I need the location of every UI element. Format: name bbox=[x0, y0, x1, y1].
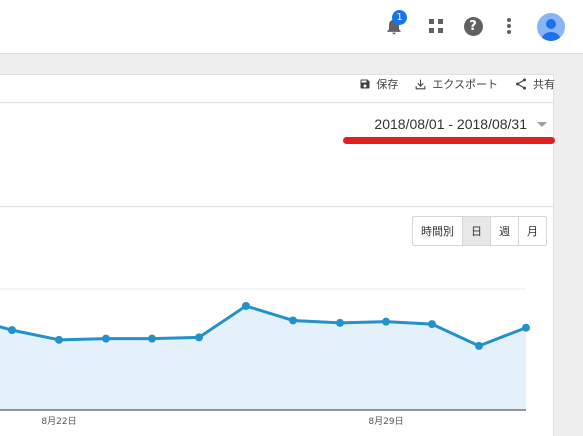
top-app-bar: 1 ? bbox=[0, 0, 583, 54]
chevron-down-icon bbox=[537, 121, 547, 127]
data-point bbox=[382, 317, 390, 326]
save-label: 保存 bbox=[376, 78, 399, 91]
granularity-daily[interactable]: 日 bbox=[463, 217, 491, 245]
notification-badge: 1 bbox=[392, 10, 407, 25]
data-point bbox=[8, 326, 16, 335]
sessions-line-chart: 8月22日 8月29日 bbox=[0, 288, 530, 427]
help-icon: ? bbox=[463, 16, 483, 36]
x-tick-label: 8月22日 bbox=[41, 416, 76, 427]
data-point bbox=[195, 333, 203, 342]
notifications-button[interactable]: 1 bbox=[382, 10, 407, 38]
granularity-hourly[interactable]: 時間別 bbox=[413, 217, 463, 245]
data-point bbox=[242, 301, 250, 310]
data-point bbox=[102, 334, 110, 343]
divider bbox=[0, 206, 554, 207]
data-point bbox=[148, 334, 156, 343]
help-button[interactable]: ? bbox=[461, 14, 485, 38]
granularity-monthly[interactable]: 月 bbox=[519, 217, 546, 245]
data-point bbox=[428, 320, 436, 329]
data-point bbox=[55, 335, 63, 344]
account-avatar-icon bbox=[537, 13, 565, 41]
series-area bbox=[0, 305, 526, 410]
data-point bbox=[289, 316, 297, 325]
highlight-underline bbox=[343, 137, 555, 144]
granularity-toggle: 時間別 日 週 月 bbox=[412, 216, 547, 246]
share-button[interactable]: 共有 bbox=[514, 76, 555, 92]
date-range-selector[interactable]: 2018/08/01 - 2018/08/31 bbox=[374, 116, 547, 132]
more-options-button[interactable] bbox=[497, 14, 521, 38]
granularity-weekly[interactable]: 週 bbox=[491, 217, 519, 245]
date-range-label: 2018/08/01 - 2018/08/31 bbox=[374, 116, 527, 132]
more-vert-icon bbox=[507, 18, 511, 34]
save-icon bbox=[360, 79, 370, 89]
export-button[interactable]: エクスポート bbox=[414, 76, 498, 92]
apps-grid-icon bbox=[429, 19, 443, 33]
save-button[interactable]: 保存 bbox=[359, 76, 398, 92]
x-tick-label: 8月29日 bbox=[368, 416, 403, 427]
apps-button[interactable] bbox=[424, 14, 448, 38]
share-label: 共有 bbox=[533, 78, 555, 91]
share-icon bbox=[516, 78, 526, 90]
account-button[interactable] bbox=[536, 12, 566, 42]
data-point bbox=[336, 318, 344, 327]
export-icon bbox=[415, 79, 426, 89]
data-point bbox=[475, 341, 483, 350]
report-actions: 保存 エクスポート 共有 bbox=[343, 76, 555, 92]
data-point bbox=[522, 323, 530, 332]
divider bbox=[0, 102, 554, 103]
export-label: エクスポート bbox=[432, 78, 498, 91]
